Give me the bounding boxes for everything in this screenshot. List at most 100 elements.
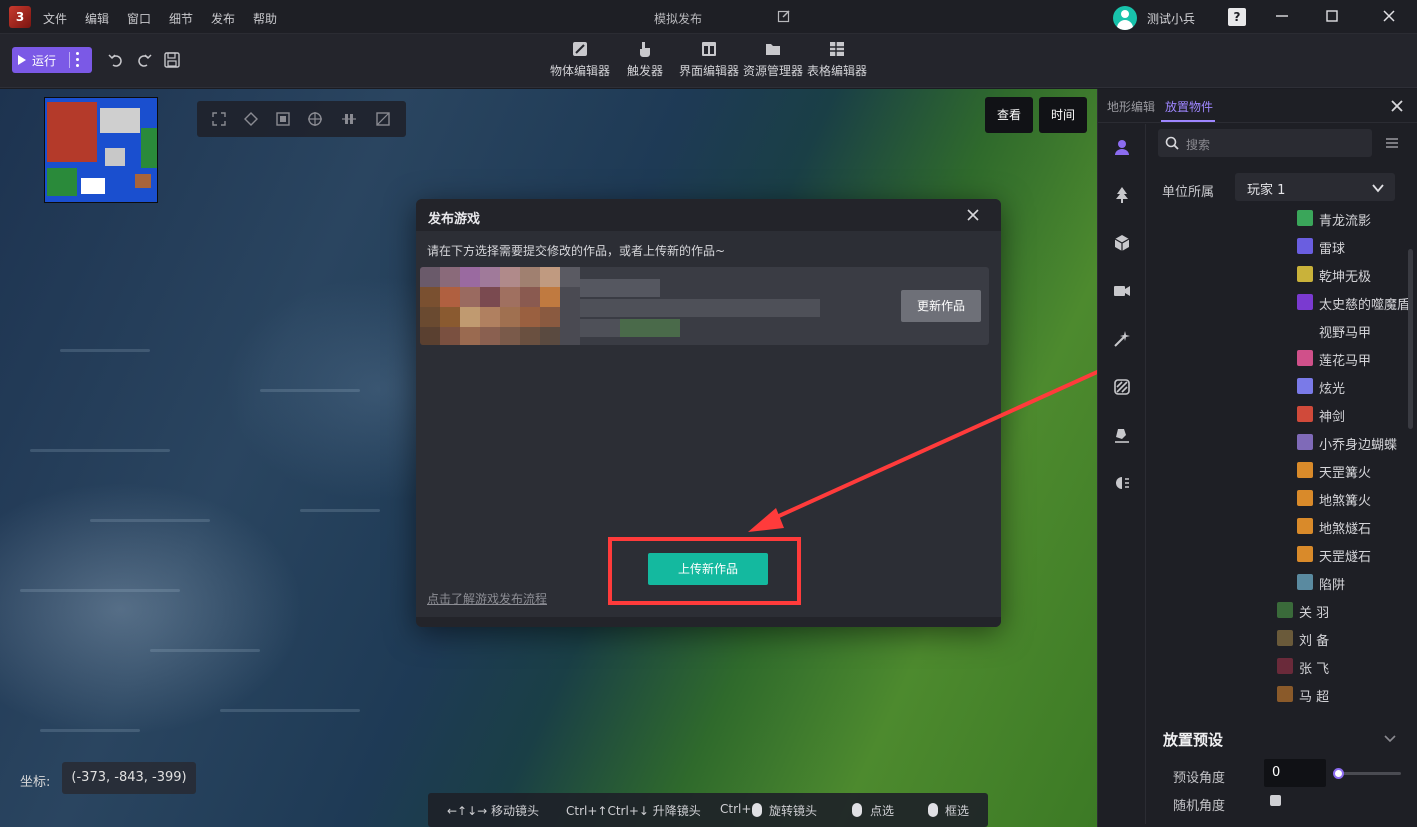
work-info-blurred	[580, 279, 820, 339]
save-icon[interactable]	[163, 51, 181, 69]
list-item[interactable]: 神剑	[1147, 401, 1407, 427]
effect-icon[interactable]	[1112, 329, 1132, 349]
list-item[interactable]: 关 羽	[1147, 597, 1407, 623]
list-item[interactable]: 青龙流影	[1147, 205, 1407, 231]
slider-thumb[interactable]	[1333, 768, 1344, 779]
list-item[interactable]: 太史慈的噬魔盾	[1147, 289, 1410, 315]
run-options-icon[interactable]	[76, 52, 79, 68]
shortcut-ctrl: Ctrl+	[720, 802, 752, 816]
list-item-label: 地煞燧石	[1319, 522, 1372, 537]
resource-manager-label: 资源管理器	[742, 64, 803, 78]
list-item-label: 地煞篝火	[1319, 494, 1372, 509]
align-icon[interactable]	[341, 111, 357, 127]
shortcut-box-select: 框选	[945, 804, 970, 818]
close-icon[interactable]	[965, 207, 981, 223]
redo-icon[interactable]	[135, 51, 153, 69]
unit-category-icon[interactable]	[1112, 137, 1132, 157]
object-editor-button[interactable]: 物体编辑器	[549, 40, 611, 79]
light-icon[interactable]	[1112, 473, 1132, 493]
chevron-down-icon[interactable]	[1383, 731, 1397, 745]
water-ripple	[90, 519, 210, 522]
list-item[interactable]: 炫光	[1147, 373, 1407, 399]
help-icon[interactable]: ?	[1228, 8, 1246, 26]
list-item[interactable]: 视野马甲	[1147, 317, 1407, 343]
list-item[interactable]: 天罡燧石	[1147, 541, 1407, 567]
skill-icon	[1297, 462, 1313, 478]
doodad-icon[interactable]	[1112, 425, 1132, 445]
mouse-icon	[752, 803, 762, 817]
dialog-header: 发布游戏	[416, 199, 1001, 231]
list-item[interactable]: 莲花马甲	[1147, 345, 1407, 371]
region-icon[interactable]	[1112, 377, 1132, 397]
list-item[interactable]: 张 飞	[1147, 653, 1407, 679]
angle-slider[interactable]	[1333, 768, 1401, 779]
menu-window[interactable]: 窗口	[127, 10, 151, 27]
random-angle-checkbox[interactable]	[1270, 795, 1281, 806]
owner-select[interactable]: 玩家 1	[1235, 173, 1395, 201]
list-menu-icon[interactable]	[1385, 136, 1399, 150]
minimize-icon[interactable]	[1272, 6, 1292, 26]
list-item[interactable]: 刘 备	[1147, 625, 1407, 651]
list-item[interactable]: 陷阱	[1147, 569, 1407, 595]
list-item[interactable]: 地煞燧石	[1147, 513, 1407, 539]
run-button[interactable]: 运行	[12, 47, 92, 73]
tab-terrain-edit[interactable]: 地形编辑	[1107, 98, 1155, 115]
owner-value: 玩家 1	[1247, 183, 1286, 198]
update-work-button[interactable]: 更新作品	[901, 290, 981, 322]
camera-icon[interactable]	[1112, 281, 1132, 301]
category-rail	[1098, 124, 1146, 824]
resource-manager-button[interactable]: 资源管理器	[742, 40, 804, 79]
trigger-label: 触发器	[626, 64, 663, 78]
list-item[interactable]: 乾坤无极	[1147, 261, 1407, 287]
publish-process-link[interactable]: 点击了解游戏发布流程	[427, 590, 547, 607]
hero-portrait-icon	[1277, 686, 1293, 702]
list-item[interactable]: 地煞篝火	[1147, 485, 1407, 511]
object-editor-label: 物体编辑器	[549, 64, 610, 78]
username[interactable]: 测试小兵	[1147, 10, 1195, 27]
search-input[interactable]: 搜索	[1158, 129, 1372, 157]
run-divider	[69, 52, 70, 68]
existing-work-item[interactable]: 更新作品	[420, 267, 989, 345]
avatar[interactable]	[1113, 6, 1137, 30]
table-editor-button[interactable]: 表格编辑器	[806, 40, 868, 79]
list-item[interactable]: 小乔身边蝴蝶	[1147, 429, 1407, 455]
tab-place-objects[interactable]: 放置物件	[1165, 98, 1213, 115]
list-item[interactable]: 马 超	[1147, 681, 1407, 707]
hero-portrait-icon	[1277, 602, 1293, 618]
edit-title-icon[interactable]	[777, 9, 791, 23]
panel-tabs: 地形编辑 放置物件	[1098, 89, 1417, 123]
cube-icon[interactable]	[1112, 233, 1132, 253]
work-thumbnail	[420, 267, 580, 345]
time-button[interactable]: 时间	[1039, 97, 1087, 133]
menu-publish[interactable]: 发布	[211, 10, 235, 27]
undo-icon[interactable]	[107, 51, 125, 69]
list-item-label: 视野马甲	[1319, 326, 1372, 341]
scrollbar[interactable]	[1408, 249, 1413, 429]
preset-angle-input[interactable]: 0	[1264, 759, 1326, 787]
view-button[interactable]: 查看	[985, 97, 1033, 133]
target-icon[interactable]	[307, 111, 323, 127]
trigger-button[interactable]: 触发器	[625, 40, 665, 79]
mouse-icon	[852, 803, 862, 817]
list-item[interactable]: 天罡篝火	[1147, 457, 1407, 483]
menu-detail[interactable]: 细节	[169, 10, 193, 27]
list-item[interactable]: 雷球	[1147, 233, 1407, 259]
menu-edit[interactable]: 编辑	[85, 10, 109, 27]
close-panel-icon[interactable]	[1389, 98, 1405, 114]
random-angle-label: 随机角度	[1173, 799, 1226, 814]
close-window-icon[interactable]	[1379, 6, 1399, 26]
skill-icon	[1297, 238, 1313, 254]
skill-icon	[1297, 546, 1313, 562]
tree-icon[interactable]	[1112, 185, 1132, 205]
menu-file[interactable]: 文件	[43, 10, 67, 27]
rotate-view-icon[interactable]	[243, 111, 259, 127]
fit-view-icon[interactable]	[211, 111, 227, 127]
owner-label: 单位所属	[1162, 185, 1215, 200]
water-ripple	[60, 349, 150, 352]
menu-help[interactable]: 帮助	[253, 10, 277, 27]
minimap[interactable]	[44, 97, 158, 203]
grid-snap-icon[interactable]	[375, 111, 391, 127]
maximize-icon[interactable]	[1322, 6, 1342, 26]
ui-editor-button[interactable]: 界面编辑器	[678, 40, 740, 79]
frame-view-icon[interactable]	[275, 111, 291, 127]
